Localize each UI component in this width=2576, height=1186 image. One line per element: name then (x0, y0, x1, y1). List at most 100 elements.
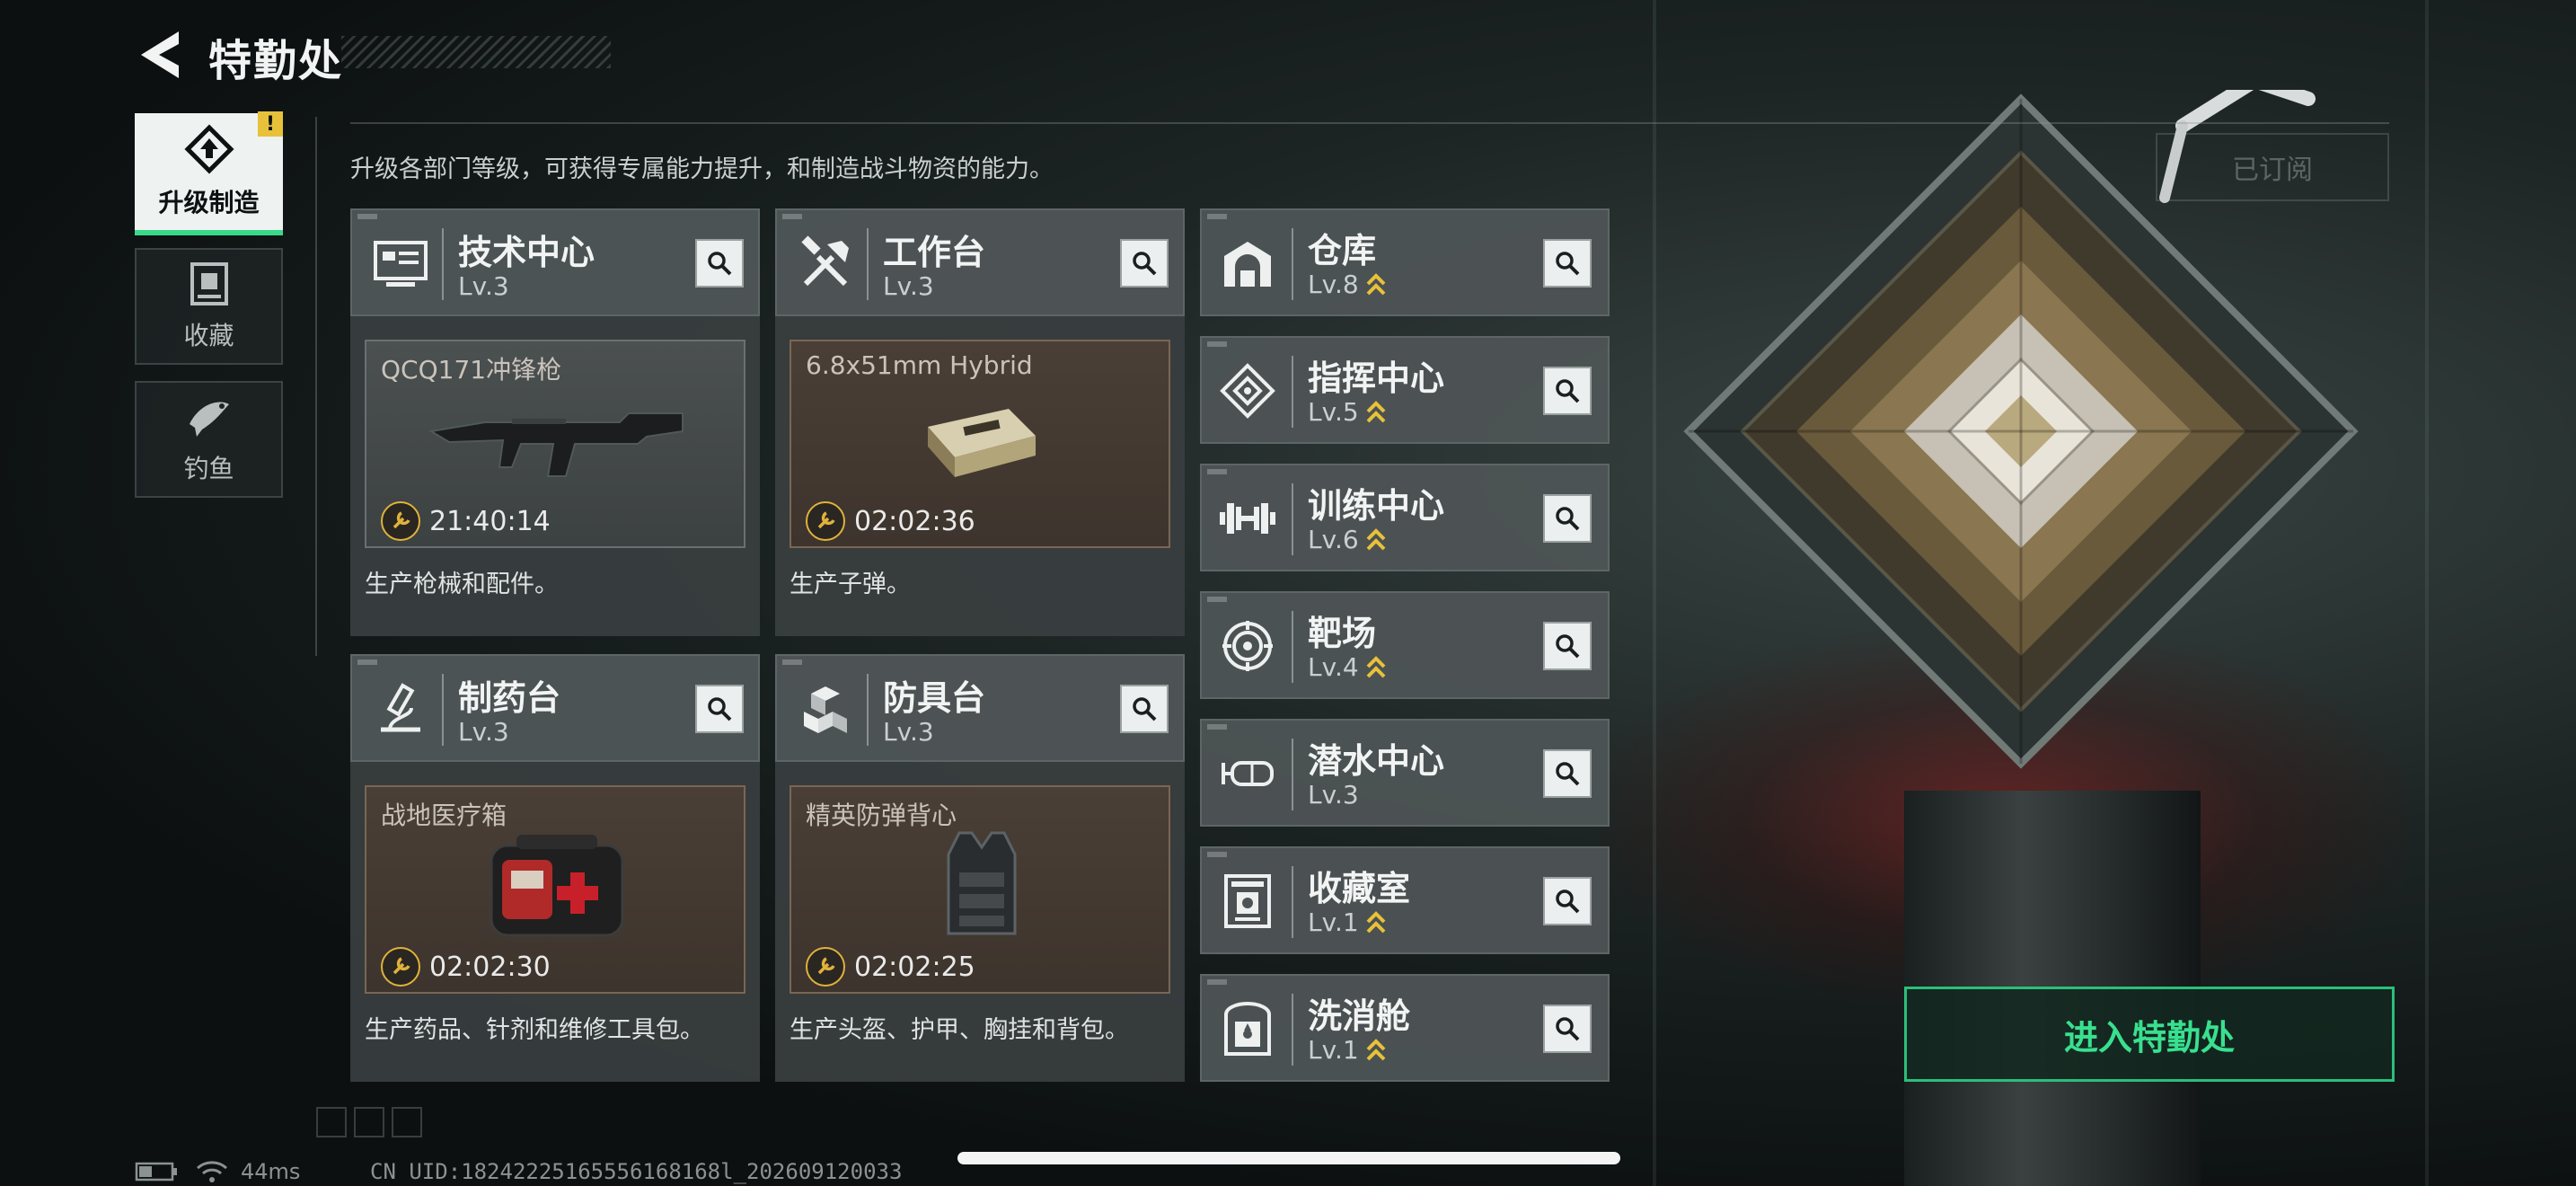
search-icon (1556, 634, 1580, 659)
level-row: Lv.8 (1308, 270, 1386, 299)
upgrade-available-icon (1366, 655, 1386, 677)
dumbbell-icon (1214, 485, 1281, 552)
production-timer: 21:40:14 (381, 500, 551, 543)
production-slot[interactable]: QCQ171冲锋枪 21:40:14 (365, 340, 745, 548)
home-indicator[interactable] (957, 1152, 1620, 1164)
inspect-button[interactable] (1543, 749, 1592, 798)
department-card-collection-room[interactable]: 收藏室 Lv.1 (1200, 846, 1610, 954)
production-timer: 02:02:25 (806, 945, 975, 988)
corner-mark (357, 659, 377, 665)
page-indicator (316, 1107, 422, 1137)
tab-collection[interactable]: 收藏 (135, 248, 283, 365)
level-row: Lv.6 (1308, 525, 1386, 554)
card-header: 防具台 Lv.3 (775, 654, 1185, 762)
inspect-button[interactable] (1543, 494, 1592, 543)
warehouse-icon (1214, 230, 1281, 296)
fish-icon (189, 402, 229, 437)
level-row: Lv.1 (1308, 1035, 1386, 1065)
inspect-button[interactable] (1543, 239, 1592, 288)
timer-value: 02:02:30 (429, 951, 551, 983)
inspect-button[interactable] (1120, 685, 1169, 733)
tab-label: 收藏 (183, 321, 234, 350)
corner-mark (1207, 724, 1227, 730)
corner-mark (1207, 597, 1227, 602)
tab-fishing[interactable]: 钓鱼 (135, 381, 283, 498)
inspect-button[interactable] (695, 239, 744, 288)
collection-icon (190, 262, 228, 305)
department-card-armor-bench[interactable]: 防具台 Lv.3 精英防弹背心 02:02:25 生产头盔、护甲、胸挂和背包。 (775, 654, 1185, 1082)
department-level: Lv.3 (883, 271, 934, 301)
department-name: 制药台 (458, 678, 561, 718)
divider (350, 122, 2389, 124)
department-card-workbench[interactable]: 工作台 Lv.3 6.8x51mm Hybrid 02:02:36 生产子弹。 (775, 208, 1185, 636)
department-name: 靶场 (1308, 614, 1377, 653)
production-timer: 02:02:30 (381, 945, 551, 988)
header-divider (867, 674, 869, 746)
back-button[interactable] (133, 27, 187, 83)
page-description: 升级各部门等级，可获得专属能力提升，和制造战斗物资的能力。 (350, 155, 1054, 183)
department-card-diving-center[interactable]: 潜水中心 Lv.3 (1200, 719, 1610, 827)
page-dot (316, 1107, 347, 1137)
enter-special-ops-button[interactable]: 进入特勤处 (1904, 987, 2395, 1082)
search-icon (1556, 379, 1580, 403)
search-icon (1556, 890, 1580, 914)
department-card-shooting-range[interactable]: 靶场 Lv.4 (1200, 591, 1610, 699)
card-header: 工作台 Lv.3 (775, 208, 1185, 316)
battery-icon (135, 1162, 177, 1182)
diving-mask-icon (1214, 740, 1281, 807)
title-decoration (341, 36, 611, 68)
inspect-button[interactable] (1543, 622, 1592, 670)
production-slot[interactable]: 精英防弹背心 02:02:25 (790, 785, 1170, 994)
department-level: Lv.8 (1308, 270, 1359, 299)
department-card-training-center[interactable]: 训练中心 Lv.6 (1200, 464, 1610, 571)
level-row: Lv.3 (1308, 780, 1359, 810)
corner-mark (357, 214, 377, 219)
department-card-command-center[interactable]: 指挥中心 Lv.5 (1200, 336, 1610, 444)
tab-label: 升级制造 (158, 188, 260, 217)
department-name: 洗消舱 (1308, 996, 1411, 1036)
corner-mark (1207, 852, 1227, 857)
medkit-image (366, 823, 747, 949)
header-divider (1292, 739, 1293, 810)
collection-room-icon (1214, 868, 1281, 934)
department-card-warehouse[interactable]: 仓库 Lv.8 (1200, 208, 1610, 316)
production-slot[interactable]: 战地医疗箱 02:02:30 (365, 785, 745, 994)
inspect-button[interactable] (1120, 239, 1169, 288)
corner-mark (1207, 979, 1227, 985)
pharmacy-icon (368, 677, 433, 742)
department-description: 生产枪械和配件。 (365, 571, 559, 598)
department-level: Lv.1 (1308, 907, 1359, 937)
search-icon (1556, 507, 1580, 531)
department-card-decontamination[interactable]: 洗消舱 Lv.1 (1200, 974, 1610, 1082)
background-beam (2425, 0, 2429, 1186)
armor-bench-icon (793, 677, 858, 742)
search-icon (1556, 1017, 1580, 1041)
department-card-pharmacy[interactable]: 制药台 Lv.3 战地医疗箱 02:02:30 生产药品、针剂和维修工具包。 (350, 654, 760, 1082)
department-level: Lv.6 (1308, 525, 1359, 554)
department-card-tech-center[interactable]: 技术中心 Lv.3 QCQ171冲锋枪 21:40:14 生产枪械和配件。 (350, 208, 760, 636)
department-level: Lv.1 (1308, 1035, 1359, 1065)
inspect-button[interactable] (1543, 877, 1592, 925)
inspect-button[interactable] (1543, 367, 1592, 415)
department-name: 潜水中心 (1308, 741, 1445, 781)
inspect-button[interactable] (1543, 1005, 1592, 1053)
back-arrow-icon (141, 31, 179, 78)
search-icon (1556, 252, 1580, 276)
header-divider (867, 228, 869, 300)
level-row: Lv.4 (1308, 652, 1386, 682)
tab-label: 钓鱼 (183, 454, 234, 483)
search-icon (1133, 252, 1157, 276)
header-divider (1292, 228, 1293, 300)
card-header: 技术中心 Lv.3 (350, 208, 760, 316)
command-center-icon (1214, 358, 1281, 424)
header-divider (1292, 866, 1293, 938)
smg-image (366, 377, 747, 503)
department-name: 工作台 (883, 233, 986, 272)
search-icon (708, 252, 732, 276)
production-slot[interactable]: 6.8x51mm Hybrid 02:02:36 (790, 340, 1170, 548)
inspect-button[interactable] (695, 685, 744, 733)
department-name: 训练中心 (1308, 486, 1445, 526)
corner-mark (1207, 341, 1227, 347)
header-divider (1292, 356, 1293, 428)
department-description: 生产药品、针剂和维修工具包。 (365, 1016, 704, 1044)
